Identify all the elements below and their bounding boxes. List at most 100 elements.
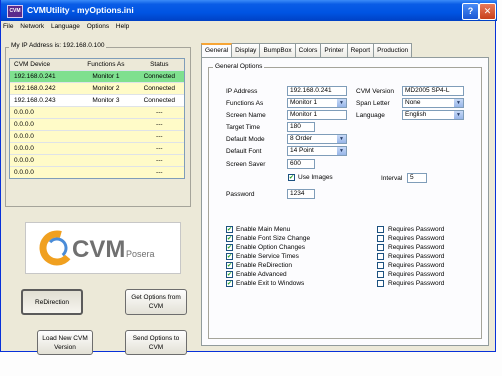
table-row[interactable]: 0.0.0.0 --- [10,118,184,130]
device-ip: 192.168.0.243 [14,97,56,104]
col-functions-as[interactable]: Functions As [77,61,134,68]
window-title: CVMUtility - myOptions.ini [27,5,134,15]
password-field[interactable]: 1234 [287,189,315,199]
default-mode-select[interactable]: 8 Order ▼ [287,134,347,144]
requires-password-checkbox[interactable] [377,226,384,233]
help-button[interactable]: ? [462,3,479,20]
functions-as-select[interactable]: Monitor 1 ▼ [287,98,347,108]
requires-password-label: Requires Password [388,235,445,242]
screen-name-field[interactable]: Monitor 1 [287,110,347,120]
default-font-select[interactable]: 14 Point ▼ [287,146,347,156]
interval-label: Interval [381,175,403,182]
table-row[interactable]: 0.0.0.0 --- [10,106,184,118]
tab-strip: General Display BumpBox Colors Printer R… [201,43,413,59]
chevron-down-icon[interactable]: ▼ [337,99,346,107]
menu-network[interactable]: Network [20,23,44,30]
requires-password-checkbox[interactable] [377,244,384,251]
table-row[interactable]: 192.168.0.243 Monitor 3 Connected [10,94,184,106]
chevron-down-icon[interactable]: ▼ [337,135,346,143]
send-options-button[interactable]: Send Options to CVM [125,330,187,355]
enable-advanced-label: Enable Advanced [236,271,287,278]
menu-file[interactable]: File [3,23,13,30]
tab-colors[interactable]: Colors [294,43,322,57]
load-new-version-button[interactable]: Load New CVM Version [37,330,93,355]
functions-as-label: Functions As [226,100,264,107]
table-row[interactable]: 0.0.0.0 --- [10,142,184,154]
enable-advanced-checkbox[interactable]: ✔ [226,271,233,278]
requires-password-checkbox[interactable] [377,271,384,278]
send-options-label: Send Options to CVM [132,334,180,351]
interval-field[interactable]: 5 [407,173,427,183]
general-options-label: General Options [213,63,265,70]
device-status: Connected [143,97,176,104]
app-window: CVM CVMUtility - myOptions.ini ? ✕ File … [0,0,497,355]
functions-as-value: Monitor 1 [290,99,318,106]
cvm-version-field: MD2005 SP4-L [402,86,464,96]
table-row[interactable]: 192.168.0.241 Monitor 1 Connected [10,70,184,82]
span-letter-value: None [405,99,421,106]
tab-production[interactable]: Production [373,43,413,57]
requires-password-checkbox[interactable] [377,235,384,242]
enable-redirection-label: Enable ReDirection [236,262,293,269]
requires-password-label: Requires Password [388,271,445,278]
tab-bumpbox[interactable]: BumpBox [259,43,296,57]
default-mode-label: Default Mode [226,136,265,143]
menu-help[interactable]: Help [116,23,129,30]
default-mode-value: 8 Order [290,135,313,142]
requires-password-label: Requires Password [388,226,445,233]
screen-saver-field[interactable]: 600 [287,159,315,169]
enable-main-menu-label: Enable Main Menu [236,226,291,233]
screen-saver-label: Screen Saver [226,161,266,168]
tab-report[interactable]: Report [346,43,375,57]
load-new-label: Load New CVM Version [42,334,88,351]
menu-options[interactable]: Options [87,23,109,30]
device-status: --- [156,121,163,128]
requires-password-label: Requires Password [388,262,445,269]
chevron-down-icon[interactable]: ▼ [454,111,463,119]
question-icon: ? [467,6,474,16]
device-ip: 192.168.0.242 [14,85,56,92]
col-cvm-device[interactable]: CVM Device [10,61,77,68]
enable-font-size-label: Enable Font Size Change [236,235,311,242]
table-row[interactable]: 0.0.0.0 --- [10,130,184,142]
requires-password-checkbox[interactable] [377,262,384,269]
redirection-button[interactable]: ReDirection [21,289,83,315]
language-select[interactable]: English ▼ [402,110,464,120]
device-status: --- [156,157,163,164]
enable-option-changes-checkbox[interactable]: ✔ [226,244,233,251]
chevron-down-icon[interactable]: ▼ [337,147,346,155]
device-status: Connected [143,85,176,92]
language-label: Language [356,112,385,119]
chevron-down-icon[interactable]: ▼ [454,99,463,107]
menu-language[interactable]: Language [51,23,80,30]
table-row[interactable]: 192.168.0.242 Monitor 2 Connected [10,82,184,94]
col-status[interactable]: Status [135,61,184,68]
table-row[interactable]: 0.0.0.0 --- [10,166,184,178]
enable-exit-windows-checkbox[interactable]: ✔ [226,280,233,287]
title-bar[interactable]: CVM CVMUtility - myOptions.ini ? ✕ [1,0,497,21]
tab-printer[interactable]: Printer [320,43,348,57]
enable-main-menu-checkbox[interactable]: ✔ [226,226,233,233]
enable-font-size-checkbox[interactable]: ✔ [226,235,233,242]
device-function: Monitor 1 [92,73,120,80]
device-function: Monitor 3 [92,97,120,104]
cvm-version-label: CVM Version [356,88,394,95]
my-ip-label: My IP Address is: 192.168.0.100 [9,42,107,49]
span-letter-select[interactable]: None ▼ [402,98,464,108]
enable-service-times-checkbox[interactable]: ✔ [226,253,233,260]
device-ip: 192.168.0.241 [14,73,56,80]
use-images-checkbox[interactable]: ✔ [288,174,295,181]
get-options-button[interactable]: Get Options from CVM [125,289,187,315]
requires-password-label: Requires Password [388,253,445,260]
target-time-field[interactable]: 180 [287,122,315,132]
default-font-value: 14 Point [290,147,314,154]
requires-password-checkbox[interactable] [377,253,384,260]
tab-display[interactable]: Display [231,43,261,57]
enable-redirection-checkbox[interactable]: ✔ [226,262,233,269]
ip-address-field[interactable]: 192.168.0.241 [287,86,347,96]
device-ip: 0.0.0.0 [14,121,34,128]
table-row[interactable]: 0.0.0.0 --- [10,154,184,166]
menu-bar: File Network Language Options Help [3,23,134,34]
requires-password-checkbox[interactable] [377,280,384,287]
close-button[interactable]: ✕ [479,3,496,20]
